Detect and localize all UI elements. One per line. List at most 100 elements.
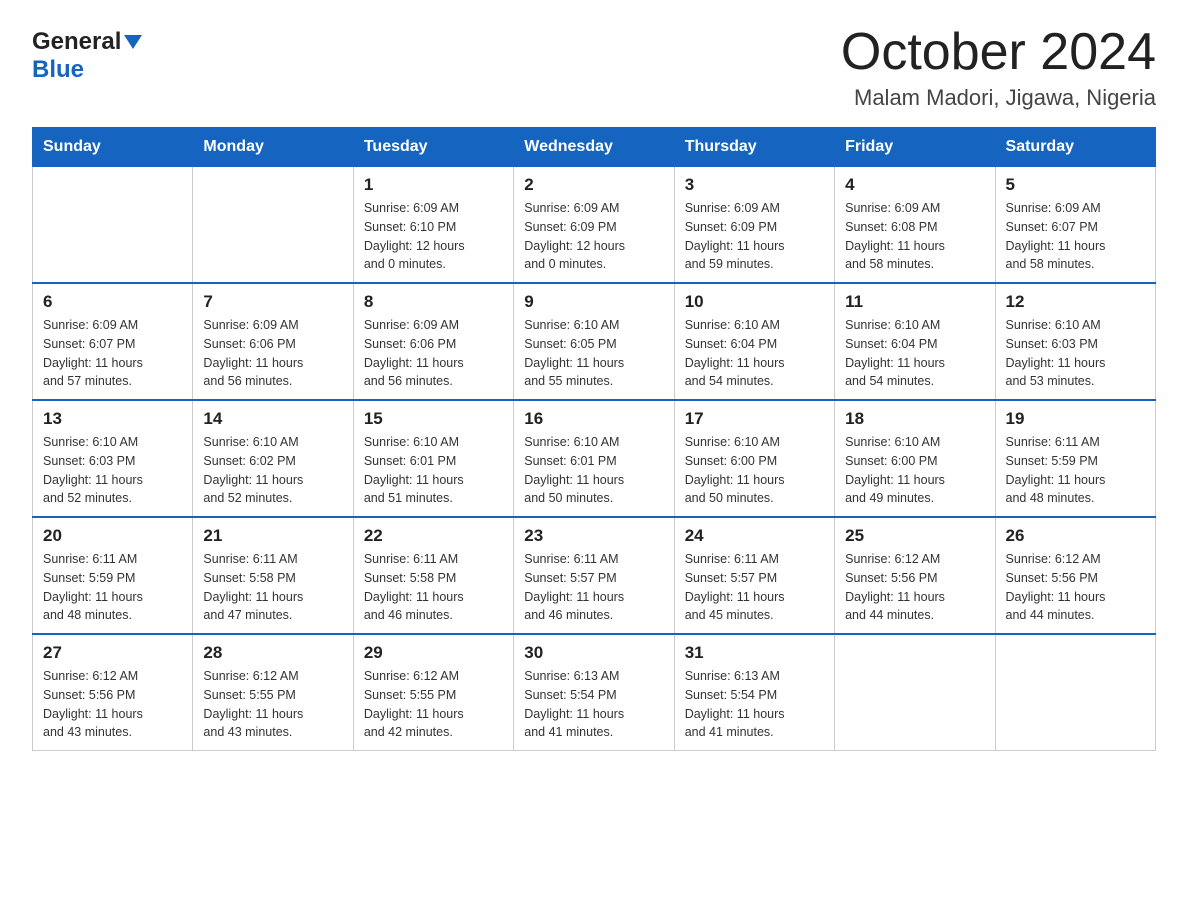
day-info: Sunrise: 6:10 AM Sunset: 6:03 PM Dayligh… (43, 433, 182, 508)
day-info: Sunrise: 6:11 AM Sunset: 5:59 PM Dayligh… (1006, 433, 1145, 508)
calendar-cell: 21 Sunrise: 6:11 AM Sunset: 5:58 PM Dayli… (193, 517, 353, 634)
day-info: Sunrise: 6:11 AM Sunset: 5:58 PM Dayligh… (364, 550, 503, 625)
day-info: Sunrise: 6:11 AM Sunset: 5:59 PM Dayligh… (43, 550, 182, 625)
calendar-week-row: 27 Sunrise: 6:12 AM Sunset: 5:56 PM Dayli… (33, 634, 1156, 751)
day-number: 8 (364, 292, 503, 312)
calendar-week-row: 20 Sunrise: 6:11 AM Sunset: 5:59 PM Dayli… (33, 517, 1156, 634)
calendar-cell: 18Sunrise: 6:10 AM Sunset: 6:00 PM Dayli… (835, 400, 995, 517)
day-number: 4 (845, 175, 984, 195)
day-info: Sunrise: 6:13 AM Sunset: 5:54 PM Dayligh… (685, 667, 824, 742)
weekday-header-wednesday: Wednesday (514, 128, 674, 167)
calendar-cell: 23 Sunrise: 6:11 AM Sunset: 5:57 PM Dayli… (514, 517, 674, 634)
weekday-header-saturday: Saturday (995, 128, 1155, 167)
weekday-header-friday: Friday (835, 128, 995, 167)
day-number: 14 (203, 409, 342, 429)
day-number: 26 (1006, 526, 1145, 546)
day-info: Sunrise: 6:10 AM Sunset: 6:00 PM Dayligh… (845, 433, 984, 508)
logo-triangle-icon (124, 31, 142, 54)
calendar-cell: 27 Sunrise: 6:12 AM Sunset: 5:56 PM Dayli… (33, 634, 193, 751)
day-info: Sunrise: 6:11 AM Sunset: 5:57 PM Dayligh… (524, 550, 663, 625)
day-info: Sunrise: 6:10 AM Sunset: 6:01 PM Dayligh… (364, 433, 503, 508)
logo-blue-text: Blue (32, 56, 84, 83)
day-number: 30 (524, 643, 663, 663)
day-info: Sunrise: 6:12 AM Sunset: 5:55 PM Dayligh… (364, 667, 503, 742)
day-info: Sunrise: 6:10 AM Sunset: 6:04 PM Dayligh… (845, 316, 984, 391)
day-number: 23 (524, 526, 663, 546)
day-number: 3 (685, 175, 824, 195)
day-number: 31 (685, 643, 824, 663)
day-info: Sunrise: 6:11 AM Sunset: 5:57 PM Dayligh… (685, 550, 824, 625)
day-info: Sunrise: 6:13 AM Sunset: 5:54 PM Dayligh… (524, 667, 663, 742)
calendar-cell: 1 Sunrise: 6:09 AM Sunset: 6:10 PM Daylig… (353, 167, 513, 284)
day-info: Sunrise: 6:09 AM Sunset: 6:10 PM Dayligh… (364, 199, 503, 274)
calendar-cell: 17Sunrise: 6:10 AM Sunset: 6:00 PM Dayli… (674, 400, 834, 517)
day-number: 6 (43, 292, 182, 312)
calendar-cell (995, 634, 1155, 751)
day-info: Sunrise: 6:09 AM Sunset: 6:07 PM Dayligh… (43, 316, 182, 391)
calendar-cell: 15Sunrise: 6:10 AM Sunset: 6:01 PM Dayli… (353, 400, 513, 517)
logo: General Blue (32, 28, 142, 84)
day-info: Sunrise: 6:10 AM Sunset: 6:05 PM Dayligh… (524, 316, 663, 391)
day-number: 5 (1006, 175, 1145, 195)
calendar-week-row: 1 Sunrise: 6:09 AM Sunset: 6:10 PM Daylig… (33, 167, 1156, 284)
calendar-cell: 6 Sunrise: 6:09 AM Sunset: 6:07 PM Daylig… (33, 283, 193, 400)
day-info: Sunrise: 6:12 AM Sunset: 5:56 PM Dayligh… (1006, 550, 1145, 625)
calendar-cell: 11Sunrise: 6:10 AM Sunset: 6:04 PM Dayli… (835, 283, 995, 400)
calendar-cell: 20 Sunrise: 6:11 AM Sunset: 5:59 PM Dayli… (33, 517, 193, 634)
calendar-cell: 31 Sunrise: 6:13 AM Sunset: 5:54 PM Dayli… (674, 634, 834, 751)
weekday-header-monday: Monday (193, 128, 353, 167)
day-number: 29 (364, 643, 503, 663)
day-info: Sunrise: 6:10 AM Sunset: 6:03 PM Dayligh… (1006, 316, 1145, 391)
calendar-cell: 29 Sunrise: 6:12 AM Sunset: 5:55 PM Dayli… (353, 634, 513, 751)
calendar-cell: 9 Sunrise: 6:10 AM Sunset: 6:05 PM Daylig… (514, 283, 674, 400)
calendar-cell (193, 167, 353, 284)
calendar-cell (835, 634, 995, 751)
header: General Blue October 2024 Malam Madori, … (32, 24, 1156, 111)
calendar-cell: 7Sunrise: 6:09 AM Sunset: 6:06 PM Daylig… (193, 283, 353, 400)
day-info: Sunrise: 6:10 AM Sunset: 6:00 PM Dayligh… (685, 433, 824, 508)
day-info: Sunrise: 6:10 AM Sunset: 6:02 PM Dayligh… (203, 433, 342, 508)
calendar-cell: 16Sunrise: 6:10 AM Sunset: 6:01 PM Dayli… (514, 400, 674, 517)
calendar-week-row: 6 Sunrise: 6:09 AM Sunset: 6:07 PM Daylig… (33, 283, 1156, 400)
day-number: 24 (685, 526, 824, 546)
calendar-cell: 22 Sunrise: 6:11 AM Sunset: 5:58 PM Dayli… (353, 517, 513, 634)
day-number: 12 (1006, 292, 1145, 312)
calendar-header-row: SundayMondayTuesdayWednesdayThursdayFrid… (33, 128, 1156, 167)
day-number: 21 (203, 526, 342, 546)
title-block: October 2024 Malam Madori, Jigawa, Niger… (841, 24, 1156, 111)
day-number: 10 (685, 292, 824, 312)
day-number: 20 (43, 526, 182, 546)
logo-general-text: General (32, 28, 121, 56)
day-number: 27 (43, 643, 182, 663)
calendar-cell: 25Sunrise: 6:12 AM Sunset: 5:56 PM Dayli… (835, 517, 995, 634)
day-info: Sunrise: 6:12 AM Sunset: 5:56 PM Dayligh… (43, 667, 182, 742)
day-info: Sunrise: 6:12 AM Sunset: 5:55 PM Dayligh… (203, 667, 342, 742)
day-number: 13 (43, 409, 182, 429)
calendar-cell: 24 Sunrise: 6:11 AM Sunset: 5:57 PM Dayli… (674, 517, 834, 634)
day-info: Sunrise: 6:09 AM Sunset: 6:09 PM Dayligh… (524, 199, 663, 274)
calendar-table: SundayMondayTuesdayWednesdayThursdayFrid… (32, 127, 1156, 751)
calendar-cell: 10Sunrise: 6:10 AM Sunset: 6:04 PM Dayli… (674, 283, 834, 400)
day-number: 22 (364, 526, 503, 546)
weekday-header-tuesday: Tuesday (353, 128, 513, 167)
weekday-header-sunday: Sunday (33, 128, 193, 167)
calendar-cell: 8Sunrise: 6:09 AM Sunset: 6:06 PM Daylig… (353, 283, 513, 400)
calendar-cell: 5Sunrise: 6:09 AM Sunset: 6:07 PM Daylig… (995, 167, 1155, 284)
calendar-cell: 30 Sunrise: 6:13 AM Sunset: 5:54 PM Dayli… (514, 634, 674, 751)
calendar-week-row: 13 Sunrise: 6:10 AM Sunset: 6:03 PM Dayli… (33, 400, 1156, 517)
calendar-cell: 13 Sunrise: 6:10 AM Sunset: 6:03 PM Dayli… (33, 400, 193, 517)
day-info: Sunrise: 6:09 AM Sunset: 6:09 PM Dayligh… (685, 199, 824, 274)
day-number: 2 (524, 175, 663, 195)
calendar-cell: 26 Sunrise: 6:12 AM Sunset: 5:56 PM Dayli… (995, 517, 1155, 634)
calendar-cell: 3 Sunrise: 6:09 AM Sunset: 6:09 PM Daylig… (674, 167, 834, 284)
calendar-cell: 19Sunrise: 6:11 AM Sunset: 5:59 PM Dayli… (995, 400, 1155, 517)
day-info: Sunrise: 6:11 AM Sunset: 5:58 PM Dayligh… (203, 550, 342, 625)
calendar-cell: 14 Sunrise: 6:10 AM Sunset: 6:02 PM Dayli… (193, 400, 353, 517)
day-info: Sunrise: 6:09 AM Sunset: 6:08 PM Dayligh… (845, 199, 984, 274)
calendar-cell: 28Sunrise: 6:12 AM Sunset: 5:55 PM Dayli… (193, 634, 353, 751)
day-number: 7 (203, 292, 342, 312)
day-number: 1 (364, 175, 503, 195)
day-info: Sunrise: 6:12 AM Sunset: 5:56 PM Dayligh… (845, 550, 984, 625)
day-number: 9 (524, 292, 663, 312)
calendar-cell (33, 167, 193, 284)
